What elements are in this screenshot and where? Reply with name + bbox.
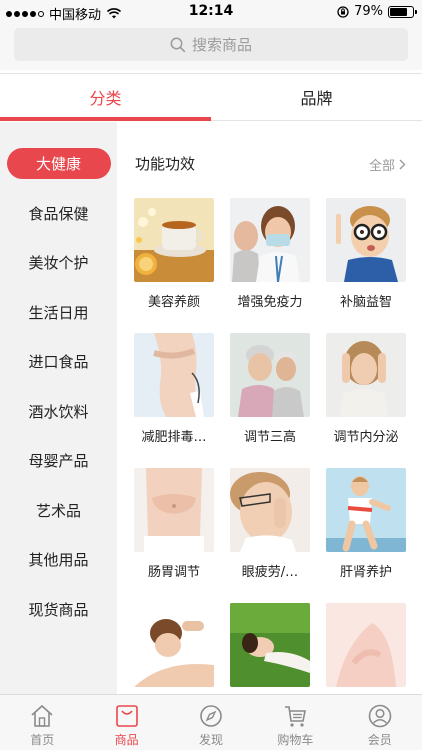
grid-item-label: 调节内分泌 xyxy=(333,430,399,445)
tab-label: 品牌 xyxy=(300,89,333,108)
skin-photo xyxy=(326,603,406,687)
waist-photo xyxy=(134,333,214,417)
sidebar-item-food[interactable]: 食品保健 xyxy=(0,194,117,232)
grid-item-slimming[interactable]: 减肥排毒… xyxy=(134,333,214,445)
sidebar-item-drinks[interactable]: 酒水饮料 xyxy=(0,392,117,430)
grid-item-massage[interactable] xyxy=(134,603,214,687)
section-title: 功能功效 xyxy=(135,155,196,173)
tired-eyes-photo xyxy=(230,468,310,552)
grass-relax-photo xyxy=(230,603,310,687)
tab-label: 分类 xyxy=(89,89,122,108)
category-tabs: 分类 品牌 xyxy=(0,73,422,121)
compass-icon xyxy=(200,705,222,727)
grid-item-three-highs[interactable]: 调节三高 xyxy=(230,333,310,445)
tea-photo xyxy=(134,198,214,282)
see-all-link[interactable]: 全部 xyxy=(369,155,406,174)
sidebar-item-imported[interactable]: 进口食品 xyxy=(0,342,117,380)
nav-products[interactable]: 商品 xyxy=(84,695,168,750)
sidebar-item-label: 酒水饮料 xyxy=(28,402,89,421)
nav-label: 首页 xyxy=(30,733,55,747)
runner-photo xyxy=(326,468,406,552)
grid-item-label: 眼疲劳/… xyxy=(241,565,299,580)
sidebar-item-label: 母婴产品 xyxy=(28,451,89,470)
grid-item-label: 增强免疫力 xyxy=(237,295,303,310)
grid-item-label: 美容养颜 xyxy=(147,295,200,310)
status-right: 79% xyxy=(337,4,417,19)
status-bar: 中国移动 12:14 79% xyxy=(0,0,422,24)
battery-icon xyxy=(388,5,417,18)
search-input[interactable]: 搜索商品 xyxy=(14,28,408,61)
sidebar-item-label: 其他用品 xyxy=(28,550,89,569)
search-icon xyxy=(170,37,186,52)
grid-item-endocrine[interactable]: 调节内分泌 xyxy=(326,333,406,445)
sidebar-item-health[interactable]: 大健康 xyxy=(0,144,117,182)
stomach-photo xyxy=(134,468,214,552)
sidebar-item-label: 美妆个护 xyxy=(28,253,89,272)
grid-item-immunity[interactable]: 增强免疫力 xyxy=(230,198,310,310)
sidebar-item-label: 现货商品 xyxy=(28,600,89,619)
nav-label: 商品 xyxy=(114,733,139,747)
grid-item-label: 肝肾养护 xyxy=(339,565,392,580)
tab-brand[interactable]: 品牌 xyxy=(211,74,422,120)
sidebar-item-label: 食品保健 xyxy=(28,204,89,223)
bottom-tab-bar: 首页 商品 发现 购物车 会员 xyxy=(0,694,422,750)
nav-home[interactable]: 首页 xyxy=(0,695,84,750)
tab-category[interactable]: 分类 xyxy=(0,74,211,121)
grid-item-beauty[interactable]: 美容养颜 xyxy=(134,198,214,310)
boy-glasses-photo xyxy=(326,198,406,282)
nav-label: 购物车 xyxy=(277,733,314,747)
grid-item-skin[interactable] xyxy=(326,603,406,687)
category-content: 功能功效 全部 美容养颜 增强免疫力 补脑益智 减肥排毒… 调节三高 调节内分泌… xyxy=(117,122,422,694)
rotation-lock-icon xyxy=(337,5,349,18)
sidebar-item-label: 生活日用 xyxy=(28,303,89,322)
sidebar-item-other[interactable]: 其他用品 xyxy=(0,540,117,578)
sidebar-item-beauty[interactable]: 美妆个护 xyxy=(0,243,117,281)
sidebar-item-daily[interactable]: 生活日用 xyxy=(0,293,117,331)
elderly-couple-photo xyxy=(230,333,310,417)
grid-item-label: 肠胃调节 xyxy=(147,565,200,580)
grid-item-eye[interactable]: 眼疲劳/… xyxy=(230,468,310,580)
grid-item-label: 调节三高 xyxy=(243,430,296,445)
grid-item-relax[interactable] xyxy=(230,603,310,687)
search-bar: 搜索商品 xyxy=(0,24,422,70)
see-all-label: 全部 xyxy=(368,159,395,174)
battery-percent: 79% xyxy=(354,4,383,19)
grid-item-liver[interactable]: 肝肾养护 xyxy=(326,468,406,580)
bag-icon xyxy=(115,705,138,727)
sidebar-item-label: 进口食品 xyxy=(28,352,89,371)
nav-label: 会员 xyxy=(367,733,392,747)
sidebar-item-baby[interactable]: 母婴产品 xyxy=(0,441,117,479)
sidebar-item-label: 艺术品 xyxy=(35,501,81,520)
nav-cart[interactable]: 购物车 xyxy=(253,695,337,750)
massage-photo xyxy=(134,603,214,687)
grid-item-label: 补脑益智 xyxy=(339,295,392,310)
stressed-woman-photo xyxy=(326,333,406,417)
user-icon xyxy=(368,704,392,728)
grid-item-label: 减肥排毒… xyxy=(141,430,207,445)
grid-item-brain[interactable]: 补脑益智 xyxy=(326,198,406,310)
nav-discover[interactable]: 发现 xyxy=(169,695,253,750)
category-sidebar: 大健康 食品保健 美妆个护 生活日用 进口食品 酒水饮料 母婴产品 艺术品 其他… xyxy=(0,122,117,694)
search-placeholder: 搜索商品 xyxy=(191,36,252,54)
sidebar-item-instock[interactable]: 现货商品 xyxy=(0,590,117,628)
nav-member[interactable]: 会员 xyxy=(338,695,422,750)
sidebar-item-art[interactable]: 艺术品 xyxy=(0,491,117,529)
sidebar-item-label: 大健康 xyxy=(6,147,111,179)
home-icon xyxy=(31,704,53,727)
nav-label: 发现 xyxy=(198,733,223,747)
chevron-right-icon xyxy=(399,159,406,170)
cart-icon xyxy=(285,706,307,727)
grid-item-stomach[interactable]: 肠胃调节 xyxy=(134,468,214,580)
doctor-mask-photo xyxy=(230,198,310,282)
